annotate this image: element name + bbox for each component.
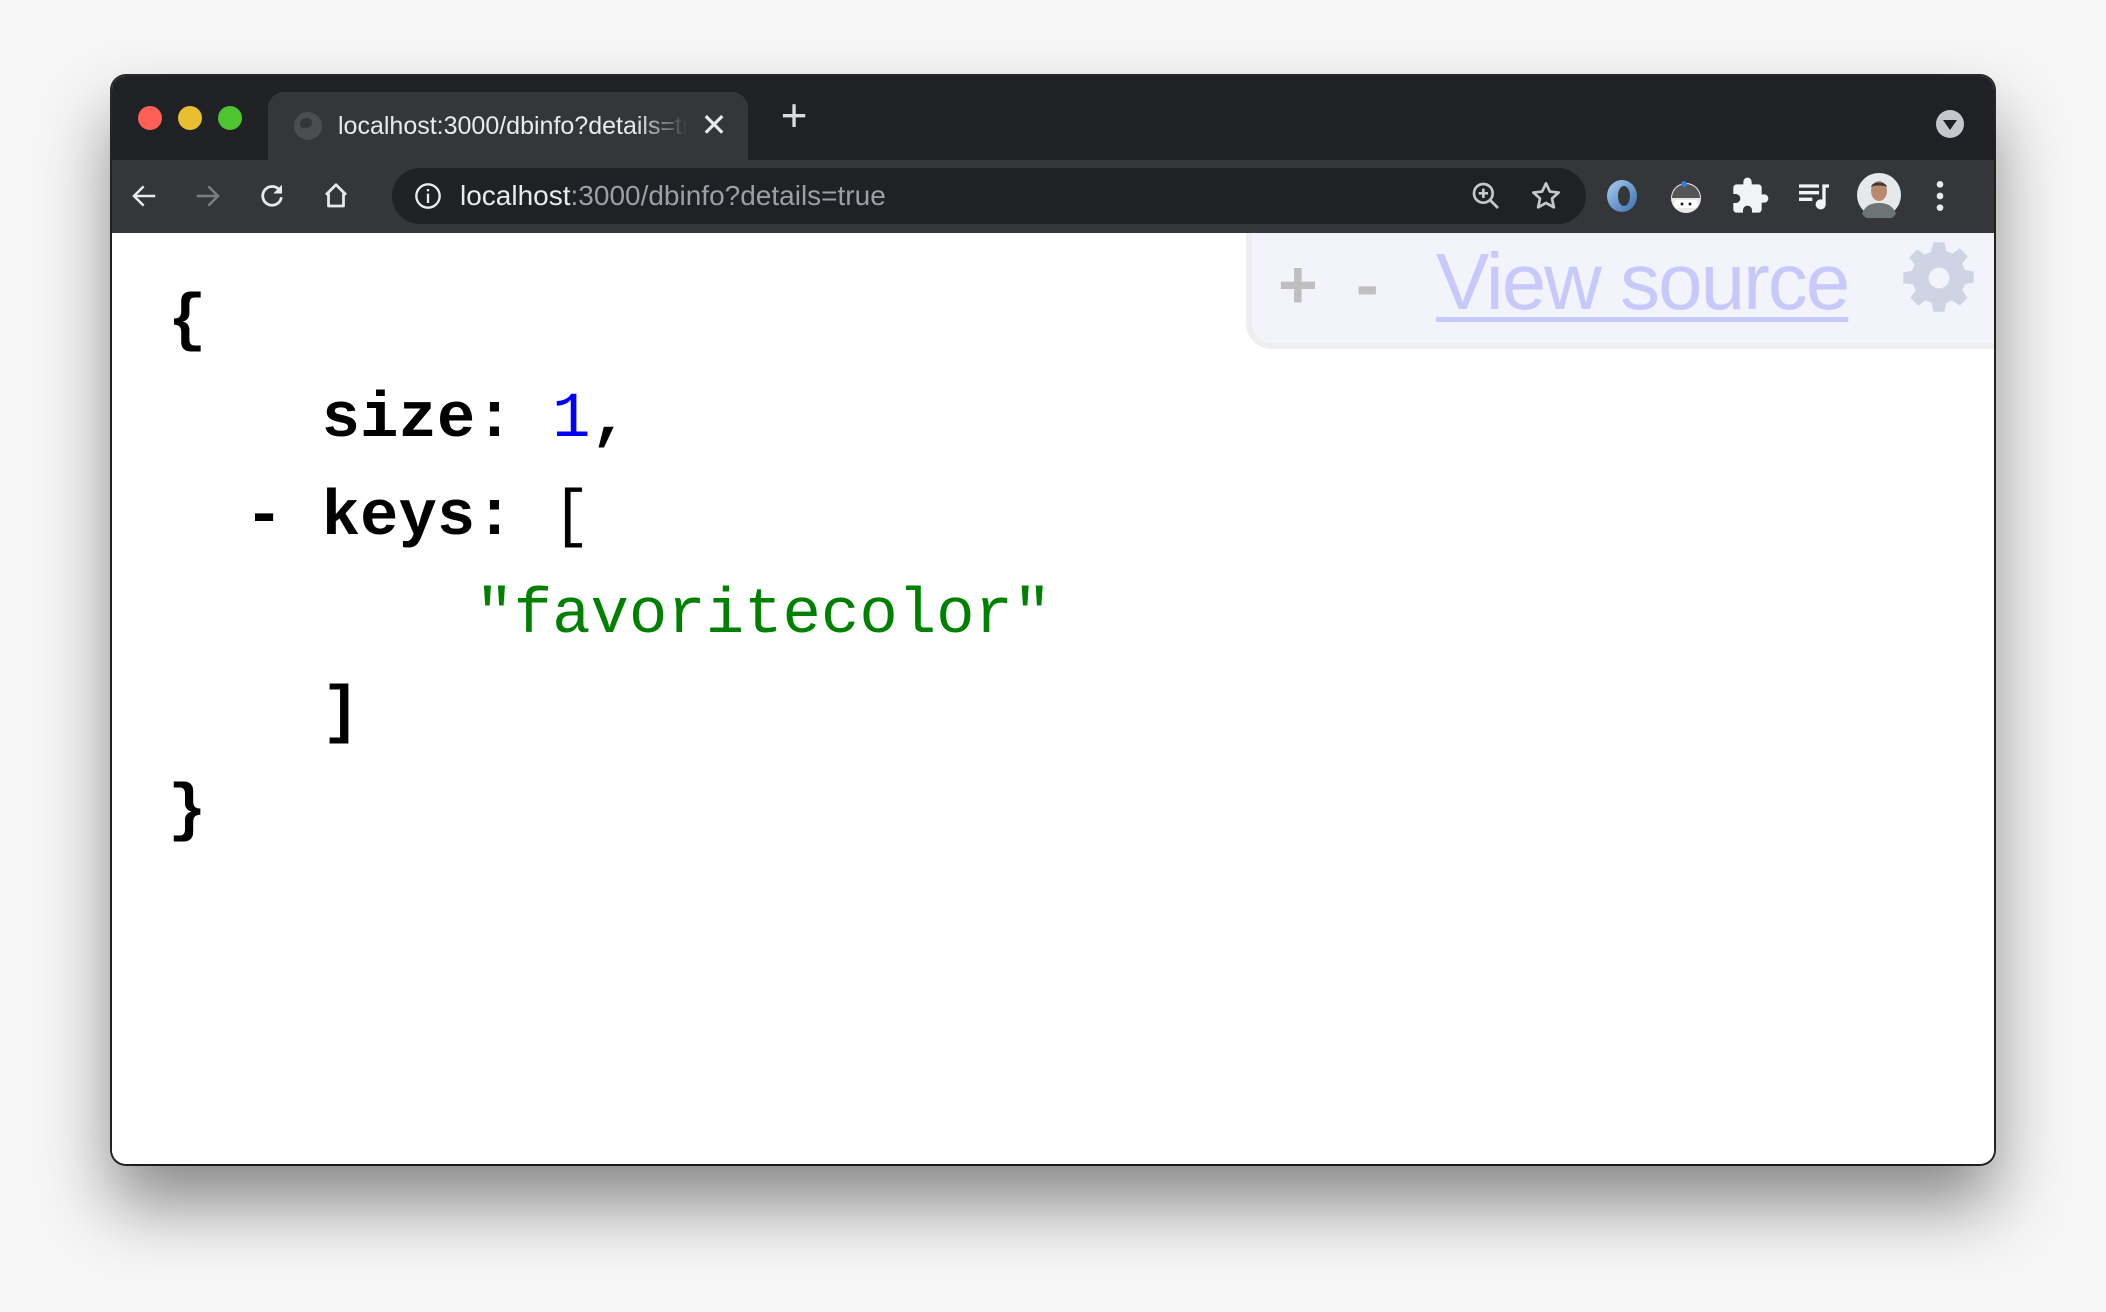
reload-button[interactable]	[250, 174, 294, 218]
json-viewer: { size: 1, - keys: [ "favoritecolor" ] }	[168, 273, 1051, 861]
zoom-window-button[interactable]	[218, 106, 242, 130]
info-icon[interactable]	[414, 182, 442, 210]
colon: :	[475, 384, 514, 456]
json-key-size: size	[321, 384, 476, 456]
tab-close-button[interactable]: ✕	[698, 109, 730, 142]
json-value-size: 1	[552, 384, 591, 456]
arrow-right-icon	[196, 185, 220, 207]
json-key-keys: keys	[321, 482, 476, 554]
close-brace: }	[168, 776, 207, 848]
zoom-in-icon[interactable]	[1470, 180, 1502, 212]
comma: ,	[590, 384, 629, 456]
ring-icon[interactable]	[1602, 176, 1642, 216]
home-button[interactable]	[314, 174, 358, 218]
open-brace: {	[168, 286, 207, 358]
gear-icon[interactable]	[1900, 239, 1978, 317]
expand-all-button[interactable]: +	[1278, 245, 1318, 325]
back-button[interactable]	[122, 174, 166, 218]
arrow-left-icon	[132, 185, 156, 207]
toolbar: localhost:3000/dbinfo?details=true	[112, 160, 1994, 233]
browser-window: localhost:3000/dbinfo?details=true ✕ + l…	[112, 76, 1994, 1164]
json-array-item: "favoritecolor"	[475, 580, 1052, 652]
url-text[interactable]: localhost:3000/dbinfo?details=true	[460, 178, 886, 214]
new-tab-button[interactable]: +	[772, 92, 816, 138]
globe-icon	[294, 112, 322, 140]
address-bar[interactable]: localhost:3000/dbinfo?details=true	[392, 168, 1586, 224]
url-host: localhost	[460, 180, 571, 211]
star-icon[interactable]	[1530, 180, 1562, 212]
forward-button[interactable]	[186, 174, 230, 218]
colon: :	[475, 482, 514, 554]
collapse-all-button[interactable]: -	[1356, 245, 1379, 325]
page-content: { size: 1, - keys: [ "favoritecolor" ] }…	[112, 233, 1994, 1164]
view-source-link[interactable]: View source	[1436, 237, 1850, 327]
ninja-icon[interactable]	[1666, 176, 1706, 216]
minimize-window-button[interactable]	[178, 106, 202, 130]
avatar[interactable]	[1856, 172, 1902, 218]
tab-search-button[interactable]	[1936, 110, 1964, 138]
close-bracket: ]	[321, 678, 361, 750]
playlist-music-icon[interactable]	[1794, 176, 1834, 216]
reload-icon	[261, 184, 283, 207]
puzzle-icon[interactable]	[1730, 176, 1770, 216]
tab-title: localhost:3000/dbinfo?details=true	[338, 112, 688, 140]
tab-strip: localhost:3000/dbinfo?details=true ✕ +	[112, 76, 1994, 160]
json-viewer-toolbar: + - View source	[1246, 233, 1994, 349]
close-window-button[interactable]	[138, 106, 162, 130]
collapse-toggle-keys[interactable]: -	[245, 482, 283, 554]
open-bracket: [	[552, 482, 591, 554]
tab-active[interactable]: localhost:3000/dbinfo?details=true ✕	[268, 92, 748, 160]
kebab-menu-icon[interactable]	[1920, 176, 1960, 216]
url-path: :3000/dbinfo?details=true	[570, 180, 886, 211]
home-icon	[325, 183, 347, 208]
